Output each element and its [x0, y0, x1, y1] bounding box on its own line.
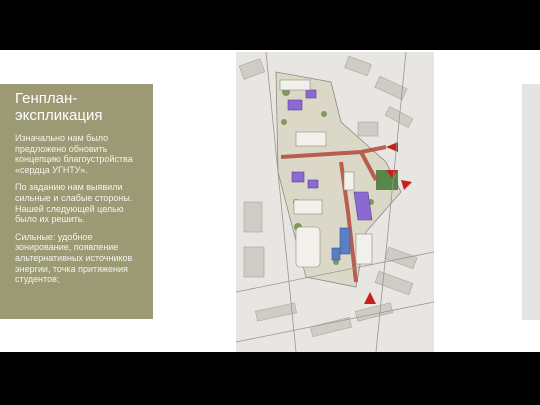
slide-title: Генплан-экспликация: [15, 90, 103, 124]
right-edge-panel: [522, 84, 540, 320]
paragraph-strengths: Сильные: удобное зонирование, появление …: [15, 231, 133, 285]
slide: Генплан-экспликация Изначально нам было …: [0, 50, 540, 352]
text-panel: Генплан-экспликация Изначально нам было …: [0, 84, 153, 319]
paragraph-task: По заданию нам выявили сильные и слабые …: [15, 182, 133, 225]
master-plan-image: [236, 52, 434, 352]
master-plan-drawing: [236, 52, 434, 352]
paragraph-intro: Изначально нам было предложено обновить …: [15, 133, 133, 175]
